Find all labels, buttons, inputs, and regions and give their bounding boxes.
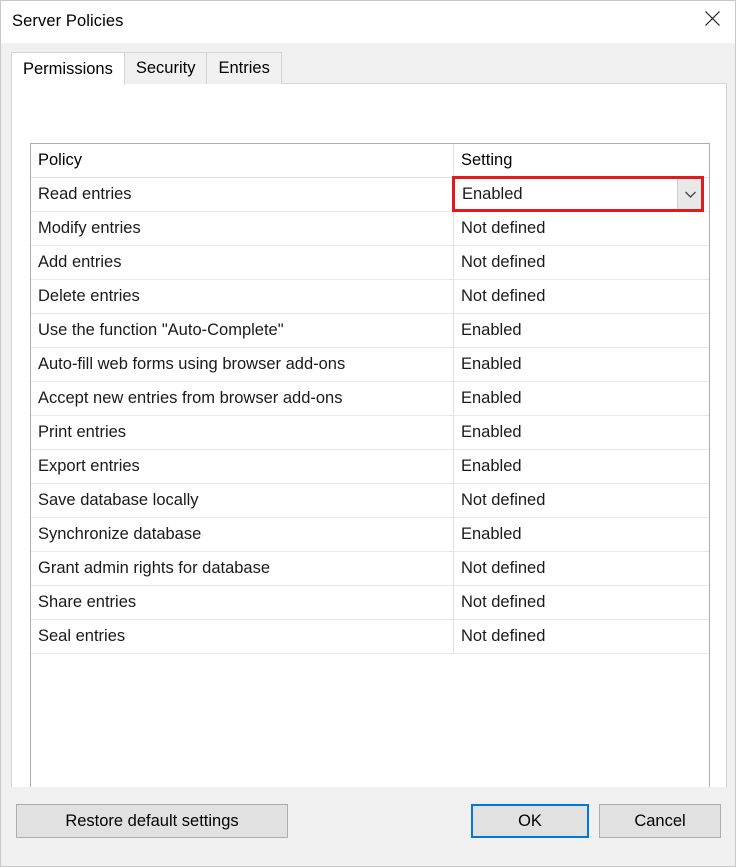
setting-cell[interactable]: Not defined	[453, 287, 709, 306]
table-rows: Read entries Enabled Modify entries Not def…	[31, 176, 709, 654]
tab-security-label: Security	[135, 59, 196, 77]
table-row[interactable]: Add entries Not defined	[31, 246, 709, 280]
ok-button[interactable]: OK	[471, 804, 589, 838]
policy-cell: Synchronize database	[38, 525, 202, 543]
restore-default-settings-button[interactable]: Restore default settings	[16, 804, 288, 838]
setting-cell[interactable]: Not defined	[453, 219, 709, 238]
ok-button-label: OK	[518, 811, 542, 830]
close-button[interactable]	[689, 1, 735, 35]
window-title: Server Policies	[12, 12, 124, 30]
setting-cell[interactable]: Enabled	[453, 525, 709, 544]
tab-permissions[interactable]: Permissions	[11, 52, 125, 85]
policy-cell: Share entries	[38, 593, 137, 611]
policies-table[interactable]: Policy Setting Read entries Enabled Modify…	[30, 143, 710, 816]
table-header-row: Policy Setting	[31, 144, 709, 178]
table-row[interactable]: Use the function "Auto-Complete" Enabled	[31, 314, 709, 348]
table-row[interactable]: Synchronize database Enabled	[31, 518, 709, 552]
close-icon	[704, 10, 721, 27]
setting-cell[interactable]: Enabled	[453, 389, 709, 408]
server-policies-dialog: Server Policies Permissions Security Ent…	[0, 0, 736, 867]
table-row[interactable]: Share entries Not defined	[31, 586, 709, 620]
tab-permissions-label: Permissions	[23, 59, 113, 78]
setting-cell[interactable]: Enabled	[453, 321, 709, 340]
table-row[interactable]: Accept new entries from browser add-ons E…	[31, 382, 709, 416]
tab-entries[interactable]: Entries	[206, 52, 282, 84]
policy-cell: Auto-fill web forms using browser add-on…	[38, 355, 346, 373]
policy-cell: Modify entries	[38, 219, 141, 237]
table-row[interactable]: Grant admin rights for database Not defin…	[31, 552, 709, 586]
table-row[interactable]: Save database locally Not defined	[31, 484, 709, 518]
policy-cell: Seal entries	[38, 627, 126, 645]
table-row[interactable]: Auto-fill web forms using browser add-on…	[31, 348, 709, 382]
cancel-button-label: Cancel	[634, 811, 686, 830]
tab-strip: Permissions Security Entries	[11, 52, 282, 85]
policy-cell: Delete entries	[38, 287, 140, 305]
policy-cell: Save database locally	[38, 491, 199, 509]
setting-cell[interactable]: Not defined	[453, 253, 709, 272]
setting-cell[interactable]: Not defined	[453, 559, 709, 578]
dialog-body: Permissions Security Entries Policy Sett…	[1, 43, 735, 829]
tab-security[interactable]: Security	[123, 52, 208, 84]
setting-cell[interactable]: Enabled	[453, 423, 709, 442]
policy-cell: Print entries	[38, 423, 127, 441]
setting-cell[interactable]: Not defined	[453, 593, 709, 612]
table-row[interactable]: Export entries Enabled	[31, 450, 709, 484]
setting-cell[interactable]: Not defined	[453, 627, 709, 646]
table-row[interactable]: Delete entries Not defined	[31, 280, 709, 314]
column-header-setting: Setting	[461, 151, 513, 169]
table-row[interactable]: Read entries Enabled	[31, 176, 709, 212]
setting-cell[interactable]: Enabled	[453, 355, 709, 374]
policy-cell: Read entries	[38, 185, 132, 203]
policies-table-inner: Policy Setting Read entries Enabled Modify…	[31, 144, 709, 815]
table-row[interactable]: Seal entries Not defined	[31, 620, 709, 654]
chevron-down-icon[interactable]	[677, 178, 702, 210]
table-row[interactable]: Modify entries Not defined	[31, 212, 709, 246]
restore-default-settings-label: Restore default settings	[65, 811, 239, 830]
table-row[interactable]: Print entries Enabled	[31, 416, 709, 450]
policy-cell: Accept new entries from browser add-ons	[38, 389, 343, 407]
permissions-tab-panel: Policy Setting Read entries Enabled Modify…	[11, 83, 727, 829]
setting-dropdown-value[interactable]: Enabled	[454, 178, 677, 210]
dialog-footer: Restore default settings OK Cancel	[1, 787, 735, 866]
setting-dropdown[interactable]: Enabled	[453, 177, 703, 211]
title-bar: Server Policies	[1, 1, 735, 43]
column-header-policy: Policy	[38, 151, 83, 169]
policy-cell: Grant admin rights for database	[38, 559, 271, 577]
cancel-button[interactable]: Cancel	[599, 804, 721, 838]
tab-entries-label: Entries	[218, 59, 270, 77]
policy-cell: Add entries	[38, 253, 122, 271]
policy-cell: Export entries	[38, 457, 140, 475]
setting-cell[interactable]: Not defined	[453, 491, 709, 510]
setting-cell[interactable]: Enabled	[453, 457, 709, 476]
policy-cell: Use the function "Auto-Complete"	[38, 321, 284, 339]
